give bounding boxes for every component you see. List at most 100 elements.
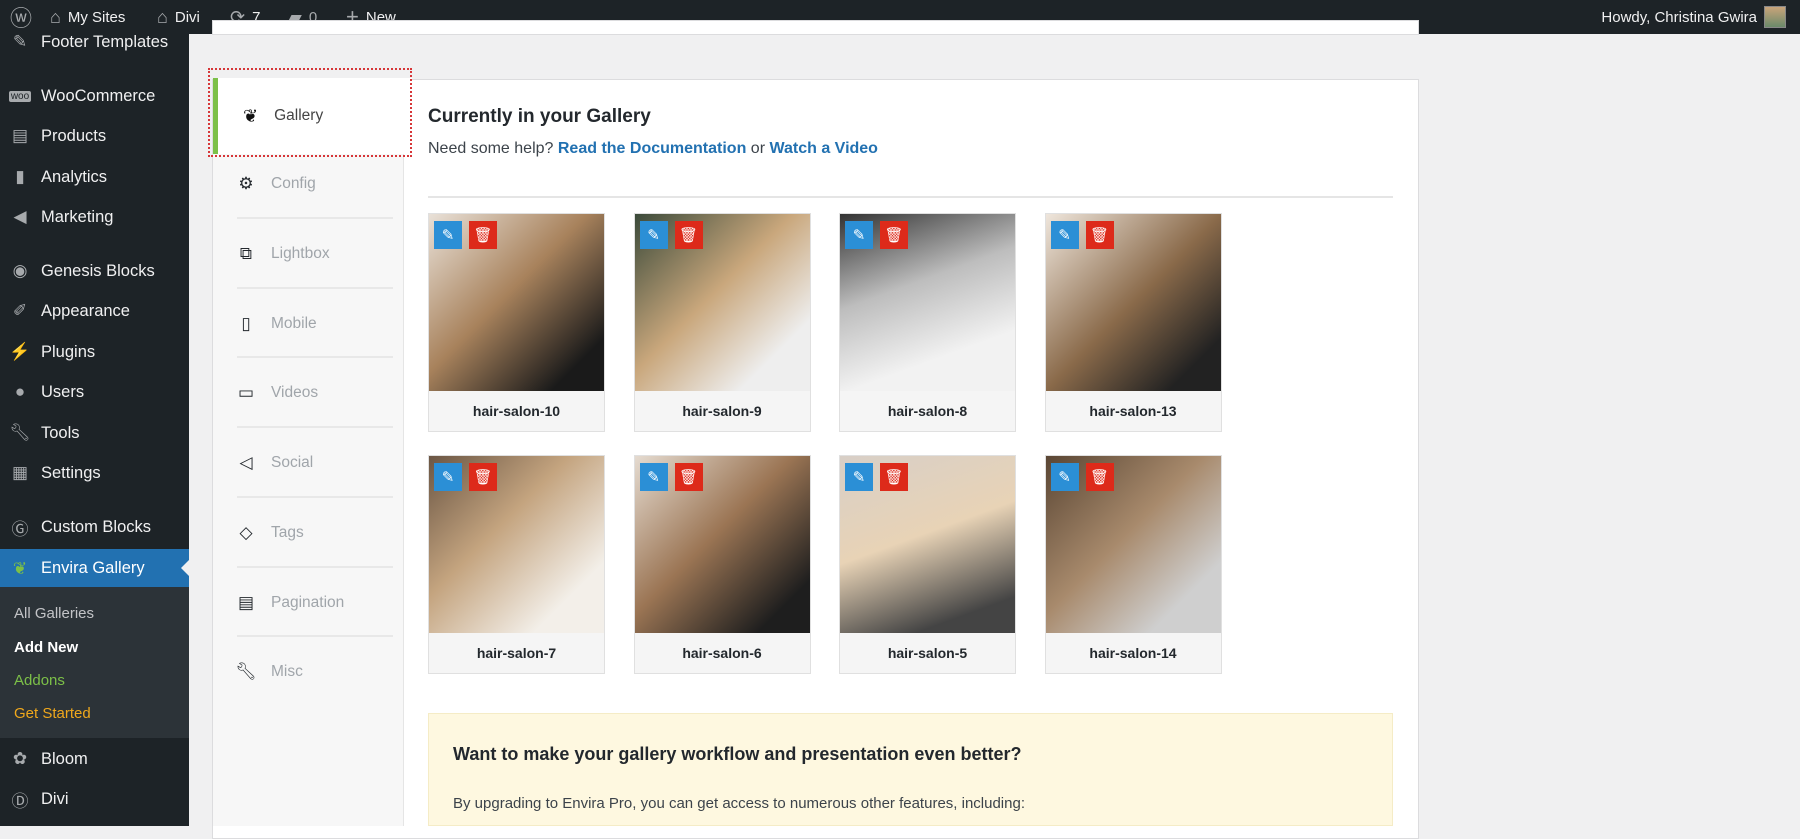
genesis-icon: ◉ [12,261,28,280]
edit-pencil-icon[interactable]: ✎ [434,221,462,249]
divider [237,217,393,219]
image-title: hair-salon-6 [682,645,762,661]
menu-divi[interactable]: Ⓓ Divi [0,780,189,818]
gallery-item[interactable]: ✎ 🗑︎ hair-salon-13 [1044,213,1222,432]
account-menu[interactable]: Howdy, Christina Gwira [1601,0,1786,34]
submenu-get-started[interactable]: Get Started [14,705,91,722]
tab-label: Pagination [271,594,345,611]
tab-label: Videos [271,384,319,401]
menu-custom-blocks[interactable]: Ⓖ Custom Blocks [0,508,189,546]
menu-woocommerce[interactable]: woo WooCommerce [0,77,189,115]
delete-trash-icon[interactable]: 🗑︎ [469,221,497,249]
gallery-item[interactable]: ✎ 🗑︎ hair-salon-7 [428,455,605,674]
menu-label: Users [41,382,85,401]
menu-label: Settings [41,463,101,482]
tab-lightbox[interactable]: ⧉ Lightbox [235,234,393,274]
upsell-title: Want to make your gallery workflow and p… [453,744,1022,764]
tab-label: Misc [271,663,303,680]
menu-products[interactable]: ▤ Products [0,117,189,155]
tab-social[interactable]: ◁ Social [235,443,393,483]
image-title: hair-salon-8 [887,403,968,419]
archive-icon: ▤ [11,126,29,145]
delete-trash-icon[interactable]: 🗑︎ [469,463,497,491]
lightbox-icon: ⧉ [239,244,253,263]
title-box [212,20,1419,35]
envira-submenu: All Galleries Add New Addons Get Started [0,587,189,738]
menu-label: WooCommerce [41,86,156,105]
admin-sidebar: ✎ Footer Templates woo WooCommerce ▤ Produc… [0,32,189,826]
tab-label: Config [271,175,316,192]
delete-trash-icon[interactable]: 🗑︎ [674,463,703,491]
video-camera-icon: ▭ [237,383,255,402]
plug-icon: ⚡ [9,342,31,361]
image-title: hair-salon-5 [887,645,968,661]
submenu-addons[interactable]: Addons [14,672,65,689]
divider [237,426,393,428]
tab-config[interactable]: ⚙ Config [235,164,393,204]
tab-videos[interactable]: ▭ Videos [235,373,393,413]
submenu-add-new[interactable]: Add New [14,639,78,656]
wrench-icon: 🔧︎ [9,423,31,442]
gallery-item[interactable]: ✎ 🗑︎ hair-salon-10 [428,213,605,432]
edit-pencil-icon[interactable]: ✎ [845,221,873,249]
gallery-item[interactable]: ✎ 🗑︎ hair-salon-14 [1044,455,1222,674]
delete-trash-icon[interactable]: 🗑︎ [1085,463,1114,491]
pin-icon: ✎ [12,32,28,51]
help-text: Need some help? Read the Documentation o… [428,140,878,158]
edit-pencil-icon[interactable]: ✎ [845,463,873,491]
menu-label: Tools [41,423,80,442]
edit-pencil-icon[interactable]: ✎ [1050,463,1079,491]
settings-tabs: ⚙ Config ⧉ Lightbox ▯ Mobile ▭ Videos ◁ Socia… [213,80,404,826]
focus-outline [208,68,412,157]
gallery-item[interactable]: ✎ 🗑︎ hair-salon-8 [839,213,1016,432]
avatar [1764,6,1786,28]
tab-label: Social [271,454,314,471]
menu-genesis-blocks[interactable]: ◉ Genesis Blocks [0,252,189,290]
woo-icon: woo [9,90,31,102]
menu-tools[interactable]: 🔧︎ Tools [0,414,189,452]
pagination-icon: ▤ [237,593,255,612]
tab-pagination[interactable]: ▤ Pagination [235,583,393,623]
menu-envira-gallery[interactable]: ❦ Envira Gallery [0,549,189,588]
edit-pencil-icon[interactable]: ✎ [639,463,668,491]
edit-pencil-icon[interactable]: ✎ [434,463,462,491]
tab-tags[interactable]: ◇ Tags [235,513,393,553]
gallery-item[interactable]: ✎ 🗑︎ hair-salon-5 [839,455,1016,674]
gallery-item[interactable]: ✎ 🗑︎ hair-salon-9 [633,213,811,432]
menu-footer-templates[interactable]: ✎ Footer Templates [0,23,189,61]
menu-users[interactable]: ● Users [0,373,189,411]
tag-icon: ◇ [239,523,253,542]
delete-trash-icon[interactable]: 🗑︎ [1085,221,1114,249]
tab-mobile[interactable]: ▯ Mobile [235,304,393,344]
delete-trash-icon[interactable]: 🗑︎ [880,463,908,491]
menu-label: Products [41,126,107,145]
mobile-icon: ▯ [241,314,251,333]
delete-trash-icon[interactable]: 🗑︎ [674,221,703,249]
image-title: hair-salon-10 [472,403,561,419]
menu-bloom[interactable]: ✿ Bloom [0,740,189,778]
or-text: or [750,140,766,157]
delete-trash-icon[interactable]: 🗑︎ [880,221,908,249]
bar-chart-icon: ▮ [15,167,25,186]
menu-analytics[interactable]: ▮ Analytics [0,158,189,196]
documentation-link[interactable]: Read the Documentation [558,140,746,157]
gallery-item[interactable]: ✎ 🗑︎ hair-salon-6 [633,455,811,674]
upsell-text: By upgrading to Envira Pro, you can get … [453,795,1025,812]
gallery-heading: Currently in your Gallery [428,106,651,127]
brush-icon: ✐ [12,301,28,320]
wrench-icon: 🔧︎ [235,662,257,681]
menu-marketing[interactable]: ◀ Marketing [0,198,189,236]
edit-pencil-icon[interactable]: ✎ [1050,221,1079,249]
watch-video-link[interactable]: Watch a Video [769,140,877,157]
menu-settings[interactable]: ▦ Settings [0,454,189,492]
divider [237,356,393,358]
image-title: hair-salon-14 [1089,645,1177,661]
image-title: hair-salon-7 [476,645,557,661]
edit-pencil-icon[interactable]: ✎ [639,221,668,249]
tab-misc[interactable]: 🔧︎ Misc [235,652,393,692]
menu-plugins[interactable]: ⚡ Plugins [0,333,189,371]
divi-icon: Ⓓ [11,791,29,811]
menu-appearance[interactable]: ✐ Appearance [0,292,189,330]
megaphone-icon: ◀ [13,207,27,226]
submenu-all-galleries[interactable]: All Galleries [14,605,94,622]
